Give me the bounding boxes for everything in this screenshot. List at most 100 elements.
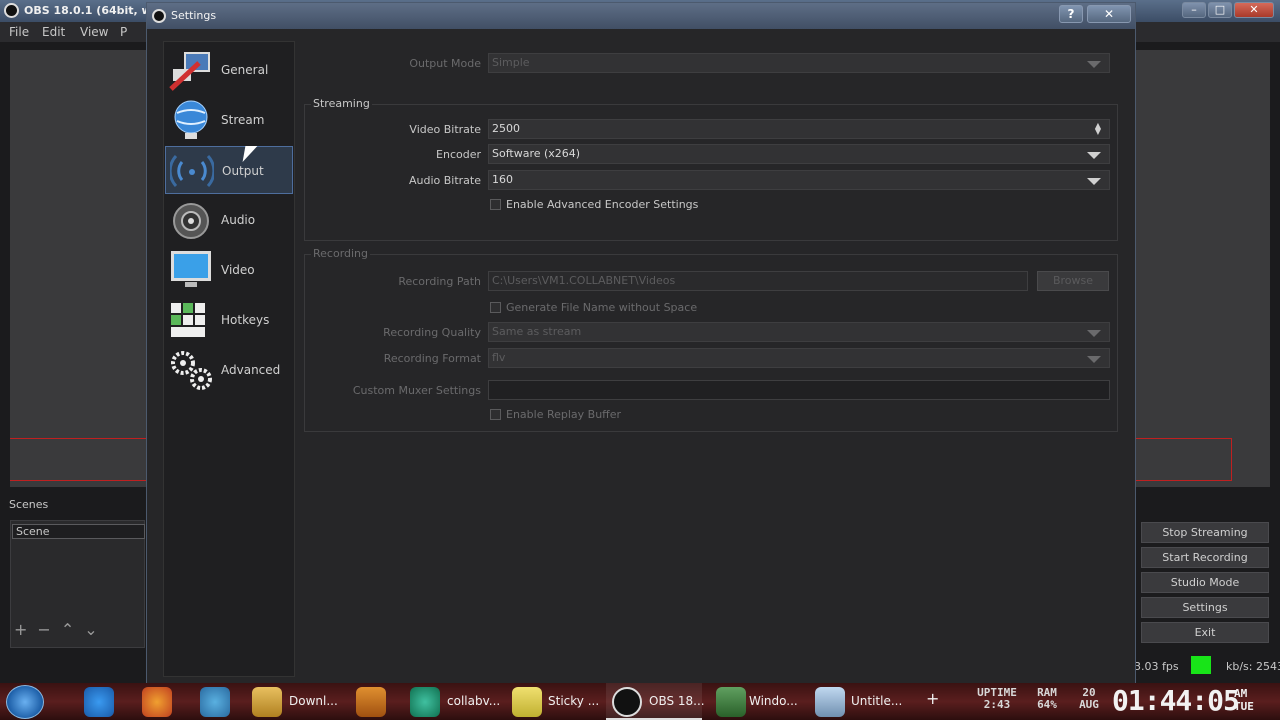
advanced-encoder-label: Enable Advanced Encoder Settings	[506, 198, 699, 211]
clock-weekday: TUE	[1234, 700, 1254, 713]
collabnet-icon[interactable]	[410, 687, 440, 717]
scene-item[interactable]: Scene	[12, 524, 145, 539]
encoder-select[interactable]: Software (x264)	[488, 144, 1110, 164]
ram-widget: RAM 64%	[1030, 687, 1064, 711]
nav-video[interactable]: Video	[165, 246, 293, 294]
studio-mode-button[interactable]: Studio Mode	[1141, 572, 1269, 593]
replay-buffer-label: Enable Replay Buffer	[506, 408, 622, 421]
nav-label: Stream	[221, 113, 265, 127]
audio-bitrate-select[interactable]: 160	[488, 170, 1110, 190]
stop-streaming-button[interactable]: Stop Streaming	[1141, 522, 1269, 543]
notepad-icon[interactable]	[815, 687, 845, 717]
audio-bitrate-value: 160	[492, 173, 513, 186]
controls-panel: Stop Streaming Start Recording Studio Mo…	[1141, 522, 1269, 647]
clock[interactable]: 01:44:05	[1112, 684, 1240, 717]
nav-general[interactable]: General	[165, 46, 293, 94]
encoder-label: Encoder	[436, 148, 481, 161]
move-up-icon[interactable]: ⌃	[61, 620, 74, 639]
output-mode-label: Output Mode	[409, 57, 481, 70]
obs-taskbar-icon[interactable]	[612, 687, 642, 717]
clock-ampm: AM TUE	[1234, 687, 1254, 713]
recording-quality-value: Same as stream	[492, 325, 582, 338]
spinner-icon[interactable]: ▲ ▼	[1095, 122, 1101, 136]
output-mode-select[interactable]: Simple	[488, 53, 1110, 73]
output-settings-content: Output Mode Simple Streaming Video Bitra…	[304, 41, 1129, 677]
media-player-icon[interactable]	[356, 687, 386, 717]
sticky-notes-icon[interactable]	[512, 687, 542, 717]
move-down-icon[interactable]: ⌄	[84, 620, 97, 639]
start-recording-button[interactable]: Start Recording	[1141, 547, 1269, 568]
taskbar-item-untitled[interactable]: Untitle...	[851, 694, 902, 708]
settings-close-button[interactable]: ✕	[1087, 5, 1131, 23]
uptime-widget: UPTIME 2:43	[972, 687, 1022, 711]
browse-button[interactable]: Browse	[1037, 271, 1109, 291]
recording-quality-select[interactable]: Same as stream	[488, 322, 1110, 342]
taskbar-item-obs[interactable]: OBS 18...	[649, 694, 705, 708]
recording-path-label: Recording Path	[398, 275, 481, 288]
firefox-icon[interactable]	[142, 687, 172, 717]
close-icon[interactable]: ✕	[1234, 2, 1274, 18]
windows-app-icon[interactable]	[716, 687, 746, 717]
recording-path-value: C:\Users\VM1.COLLABNET\Videos	[492, 274, 676, 287]
scenes-label: Scenes	[9, 498, 49, 511]
nav-label: Audio	[221, 213, 256, 227]
nav-label: Video	[221, 263, 255, 277]
recording-path-input[interactable]: C:\Users\VM1.COLLABNET\Videos	[488, 271, 1028, 291]
no-space-checkbox[interactable]	[490, 302, 501, 313]
recording-format-value: flv	[492, 351, 506, 364]
nav-audio[interactable]: Audio	[165, 196, 293, 244]
network-globe-icon[interactable]	[200, 687, 230, 717]
hotkeys-keyboard-icon	[171, 303, 205, 337]
recording-quality-label: Recording Quality	[383, 326, 481, 339]
advanced-encoder-checkbox[interactable]	[490, 199, 501, 210]
recording-group-title: Recording	[311, 247, 371, 260]
minimize-icon[interactable]: –	[1182, 2, 1206, 18]
menu-profile[interactable]: P	[120, 25, 127, 39]
taskbar-item-sticky[interactable]: Sticky ...	[548, 694, 599, 708]
taskbar: Downl... collabv... Sticky ... OBS 18...…	[0, 683, 1280, 720]
encoder-value: Software (x264)	[492, 147, 581, 160]
chevron-down-icon	[1087, 61, 1101, 68]
date-month: AUG	[1079, 698, 1099, 711]
nav-output[interactable]: Output	[165, 146, 293, 194]
menu-view[interactable]: View	[80, 25, 108, 39]
menu-file[interactable]: File	[9, 25, 29, 39]
recording-format-select[interactable]: flv	[488, 348, 1110, 368]
audio-speaker-icon	[173, 203, 209, 239]
replay-buffer-checkbox[interactable]	[490, 409, 501, 420]
chevron-down-icon	[1087, 330, 1101, 337]
taskbar-item-collabnet[interactable]: collabv...	[447, 694, 500, 708]
live-status-indicator	[1191, 656, 1211, 674]
start-button-icon[interactable]	[6, 685, 44, 719]
nav-label: General	[221, 63, 269, 77]
date-widget: 20 AUG	[1074, 687, 1104, 711]
nav-label: Output	[222, 164, 264, 178]
maximize-icon[interactable]: □	[1208, 2, 1232, 18]
nav-advanced[interactable]: Advanced	[165, 346, 293, 394]
muxer-settings-input[interactable]	[488, 380, 1110, 400]
menu-edit[interactable]: Edit	[42, 25, 65, 39]
remove-scene-icon[interactable]: −	[37, 620, 50, 639]
exit-button[interactable]: Exit	[1141, 622, 1269, 643]
tray-expand-icon[interactable]: +	[926, 689, 939, 708]
nav-label: Hotkeys	[221, 313, 270, 327]
video-bitrate-input[interactable]: 2500 ▲ ▼	[488, 119, 1110, 139]
video-monitor-icon	[171, 251, 211, 287]
output-mode-value: Simple	[492, 56, 530, 69]
ie-icon[interactable]	[84, 687, 114, 717]
nav-stream[interactable]: Stream	[165, 96, 293, 144]
taskbar-item-windows[interactable]: Windo...	[749, 694, 798, 708]
nav-hotkeys[interactable]: Hotkeys	[165, 296, 293, 344]
obs-logo-icon	[152, 9, 166, 23]
taskbar-item-downloads[interactable]: Downl...	[289, 694, 338, 708]
settings-button[interactable]: Settings	[1141, 597, 1269, 618]
stream-globe-icon	[174, 100, 208, 139]
downloads-folder-icon[interactable]	[252, 687, 282, 717]
status-bitrate: kb/s: 2543	[1226, 660, 1280, 673]
video-bitrate-value: 2500	[492, 122, 520, 135]
settings-titlebar[interactable]: Settings ? ✕	[147, 3, 1135, 29]
add-scene-icon[interactable]: +	[14, 620, 27, 639]
settings-title: Settings	[171, 9, 217, 22]
clock-ampm-value: AM	[1234, 687, 1248, 700]
help-button[interactable]: ?	[1059, 5, 1083, 23]
